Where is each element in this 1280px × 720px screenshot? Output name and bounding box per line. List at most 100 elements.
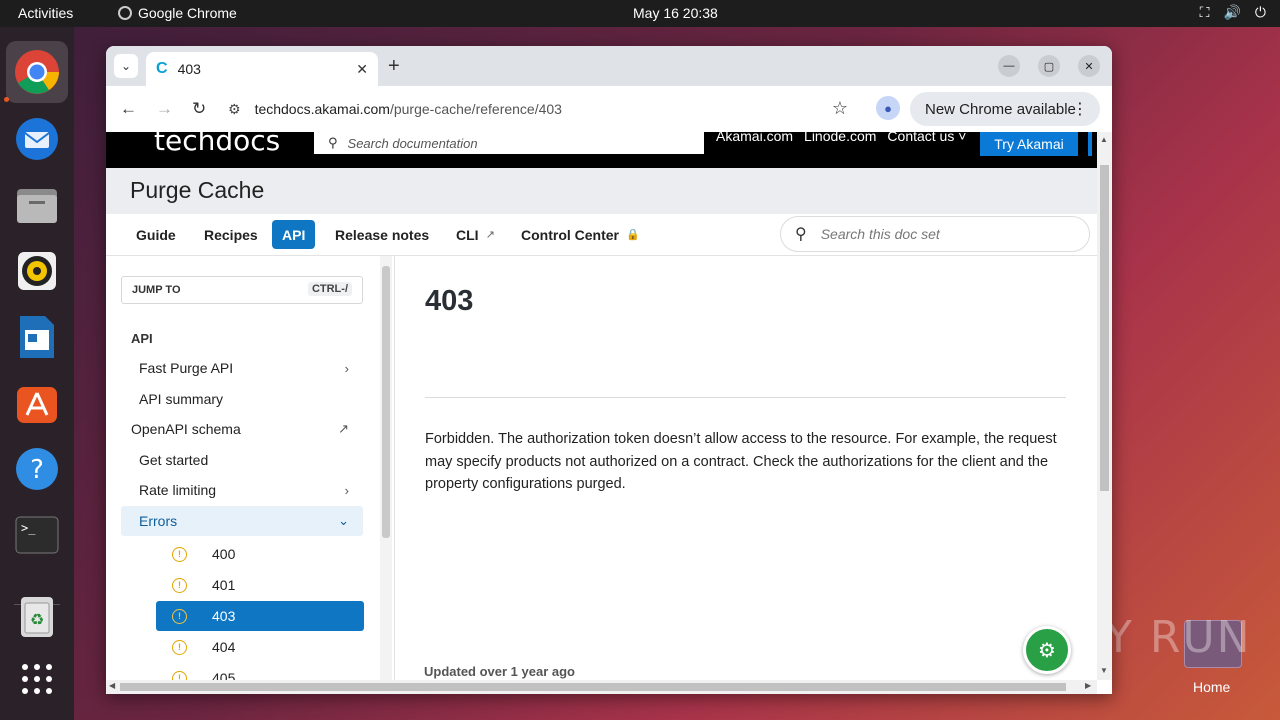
home-folder-label: Home xyxy=(1193,679,1231,695)
error-item-401[interactable]: ! 401 xyxy=(156,570,364,600)
dock-thunderbird[interactable] xyxy=(13,115,61,163)
sidebar-scroll-thumb[interactable] xyxy=(382,266,390,538)
top-link-akamai[interactable]: Akamai.com xyxy=(716,132,793,144)
error-item-404[interactable]: ! 404 xyxy=(156,632,364,662)
maximize-button[interactable]: ▢ xyxy=(1038,55,1060,77)
clock[interactable]: May 16 20:38 xyxy=(633,5,718,21)
writer-icon xyxy=(20,316,54,358)
top-link-contact[interactable]: Contact us ˅ xyxy=(887,132,966,144)
chevron-down-icon: ⌄ xyxy=(120,59,132,73)
sidebar-scrollbar[interactable] xyxy=(380,256,392,680)
warning-icon: ! xyxy=(172,577,187,593)
tab-api[interactable]: API xyxy=(272,220,316,249)
svg-text:>_: >_ xyxy=(21,521,36,535)
volume-icon: 🔊 xyxy=(1223,4,1241,20)
jump-shortcut: CTRL-/ xyxy=(307,282,352,296)
activities-button[interactable]: Activities xyxy=(18,5,73,21)
external-link-icon: ↗ xyxy=(485,229,495,241)
show-apps-button[interactable] xyxy=(13,655,61,703)
tab-release-notes[interactable]: Release notes xyxy=(325,220,439,249)
scroll-left-icon[interactable]: ◀ xyxy=(109,681,115,690)
sidebar-divider xyxy=(394,256,395,680)
bookmark-star-icon[interactable]: ☆ xyxy=(832,98,848,119)
site-logo[interactable]: techdocs xyxy=(154,132,280,157)
sidebar-heading: API xyxy=(131,331,153,346)
dock-files[interactable] xyxy=(13,181,61,229)
dock-rhythmbox[interactable] xyxy=(13,247,61,295)
site-info-icon[interactable]: ⚙ xyxy=(228,101,241,118)
page-title: 403 xyxy=(425,285,474,317)
tab-title: 403 xyxy=(177,61,201,77)
browser-tab[interactable]: C 403 ✕ xyxy=(146,52,378,86)
page-vertical-scrollbar[interactable]: ▲ ▼ xyxy=(1097,132,1112,680)
docset-search-input[interactable]: ⚲ Search this doc set xyxy=(780,216,1090,252)
jump-to-input[interactable]: JUMP TO CTRL-/ xyxy=(121,276,363,304)
error-item-403[interactable]: ! 403 xyxy=(156,601,364,631)
tab-cli-label: CLI xyxy=(456,226,479,243)
top-link-linode[interactable]: Linode.com xyxy=(804,132,876,144)
tab-release-notes-label: Release notes xyxy=(335,226,430,243)
error-code-label: 404 xyxy=(212,639,236,655)
tab-search-button[interactable]: ⌄ xyxy=(114,54,138,78)
cookie-settings-button[interactable]: ⚙ xyxy=(1023,626,1071,674)
chrome-icon xyxy=(15,50,59,94)
update-label: New Chrome available xyxy=(925,100,1076,118)
site-search-input[interactable]: ⚲ Search documentation xyxy=(314,132,704,154)
error-code-label: 401 xyxy=(212,577,236,593)
dock-chrome[interactable] xyxy=(6,41,68,103)
sidebar-item-rate-limiting[interactable]: Rate limiting › xyxy=(121,475,363,505)
chrome-update-button[interactable]: New Chrome available ⋮ xyxy=(910,92,1100,126)
tab-strip: ⌄ C 403 ✕ + — ▢ ✕ xyxy=(106,46,1112,86)
trash-icon: ♻ xyxy=(21,597,53,637)
address-bar[interactable]: ⚙ techdocs.akamai.com/purge-cache/refere… xyxy=(224,92,852,126)
system-tray[interactable]: ⛶ 🔊 ⏻ xyxy=(1200,4,1266,21)
dock-trash[interactable]: ♻ xyxy=(13,593,61,641)
dock-help[interactable]: ? xyxy=(13,445,61,493)
tab-recipes[interactable]: Recipes xyxy=(194,220,268,249)
tab-control-center[interactable]: Control Center 🔒 xyxy=(511,220,650,249)
back-button[interactable]: ← xyxy=(120,99,137,119)
external-link-icon: ↗ xyxy=(338,421,349,436)
sidebar-item-openapi-schema[interactable]: OpenAPI schema ↗ xyxy=(121,414,363,444)
error-item-405[interactable]: ! 405 xyxy=(156,663,364,680)
more-menu-icon[interactable]: ⋮ xyxy=(1072,99,1088,119)
tab-guide[interactable]: Guide xyxy=(126,220,186,249)
sidebar-item-label: API summary xyxy=(139,391,224,407)
dock-app-center[interactable] xyxy=(13,379,61,427)
new-tab-button[interactable]: + xyxy=(388,55,400,78)
browser-toolbar: ← → ↻ ⚙ techdocs.akamai.com/purge-cache/… xyxy=(106,86,1112,132)
search-icon: ⚲ xyxy=(328,135,338,150)
scroll-up-icon[interactable]: ▲ xyxy=(1100,135,1108,144)
reload-button[interactable]: ↻ xyxy=(192,99,206,119)
search-icon: ⚲ xyxy=(795,226,807,243)
dock-writer[interactable] xyxy=(13,313,61,361)
forward-button[interactable]: → xyxy=(156,99,173,119)
close-tab-icon[interactable]: ✕ xyxy=(356,61,368,78)
close-icon: ✕ xyxy=(1084,60,1094,73)
updated-timestamp: Updated over 1 year ago xyxy=(424,664,575,679)
profile-avatar[interactable]: ● xyxy=(876,96,900,120)
try-akamai-button[interactable]: Try Akamai xyxy=(980,132,1078,156)
page-scroll-thumb[interactable] xyxy=(1100,165,1109,491)
thunderbird-icon xyxy=(16,118,58,160)
sidebar-item-label: Fast Purge API xyxy=(139,360,234,376)
scroll-right-icon[interactable]: ▶ xyxy=(1085,681,1091,690)
dock-terminal[interactable]: >_ xyxy=(13,511,61,559)
horizontal-scroll-thumb[interactable] xyxy=(120,683,1066,691)
sidebar-item-fast-purge-api[interactable]: Fast Purge API › xyxy=(121,353,363,383)
tab-cli[interactable]: CLI ↗ xyxy=(446,220,505,249)
sidebar-item-label: Get started xyxy=(139,452,209,468)
scroll-down-icon[interactable]: ▼ xyxy=(1100,666,1108,675)
page-horizontal-scrollbar[interactable]: ◀ ▶ xyxy=(106,680,1097,694)
docset-search-placeholder: Search this doc set xyxy=(820,226,940,242)
close-window-button[interactable]: ✕ xyxy=(1078,55,1100,77)
error-item-400[interactable]: ! 400 xyxy=(156,539,364,569)
app-menu[interactable]: Google Chrome xyxy=(118,5,237,21)
sidebar-item-api-summary[interactable]: API summary xyxy=(121,384,363,414)
app-grid-icon xyxy=(22,664,52,694)
minimize-button[interactable]: — xyxy=(998,55,1020,77)
sidebar-item-errors[interactable]: Errors ⌄ xyxy=(121,506,363,536)
tab-control-center-label: Control Center xyxy=(521,226,619,243)
sidebar-item-get-started[interactable]: Get started xyxy=(121,445,363,475)
section-title-band: Purge Cache xyxy=(106,168,1097,214)
